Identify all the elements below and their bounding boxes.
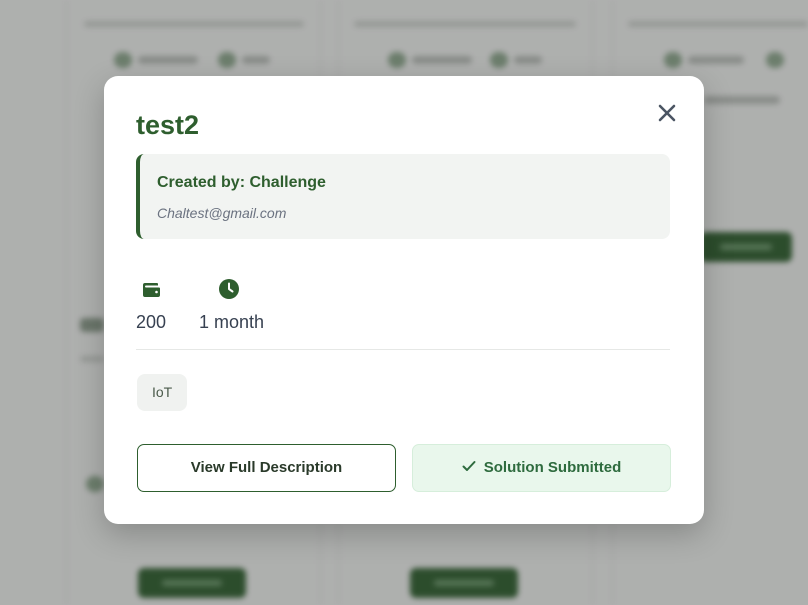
creator-email: Chaltest@gmail.com <box>157 205 287 221</box>
check-icon <box>462 461 476 472</box>
clock-icon <box>219 279 239 299</box>
creator-name: Created by: Challenge <box>157 174 326 191</box>
duration-value: 1 month <box>199 312 265 332</box>
modal-title: test2 <box>136 110 200 140</box>
solution-submitted-label: Solution Submitted <box>483 459 622 476</box>
tag-iot: IoT <box>137 374 188 411</box>
challenge-details-modal: test2 Created by: Challenge Chaltest@gma… <box>104 76 704 524</box>
budget-value: 200 <box>136 312 167 332</box>
wallet-icon <box>143 283 160 297</box>
page: test2 Created by: Challenge Chaltest@gma… <box>0 0 808 605</box>
view-full-description-label: View Full Description <box>190 459 343 476</box>
view-full-description-button[interactable]: View Full Description <box>137 444 396 492</box>
section-divider <box>136 349 670 350</box>
close-icon <box>658 104 676 122</box>
solution-submitted-status: Solution Submitted <box>412 444 671 492</box>
close-button[interactable] <box>656 102 678 124</box>
creator-info-box: Created by: Challenge Chaltest@gmail.com <box>136 154 670 239</box>
